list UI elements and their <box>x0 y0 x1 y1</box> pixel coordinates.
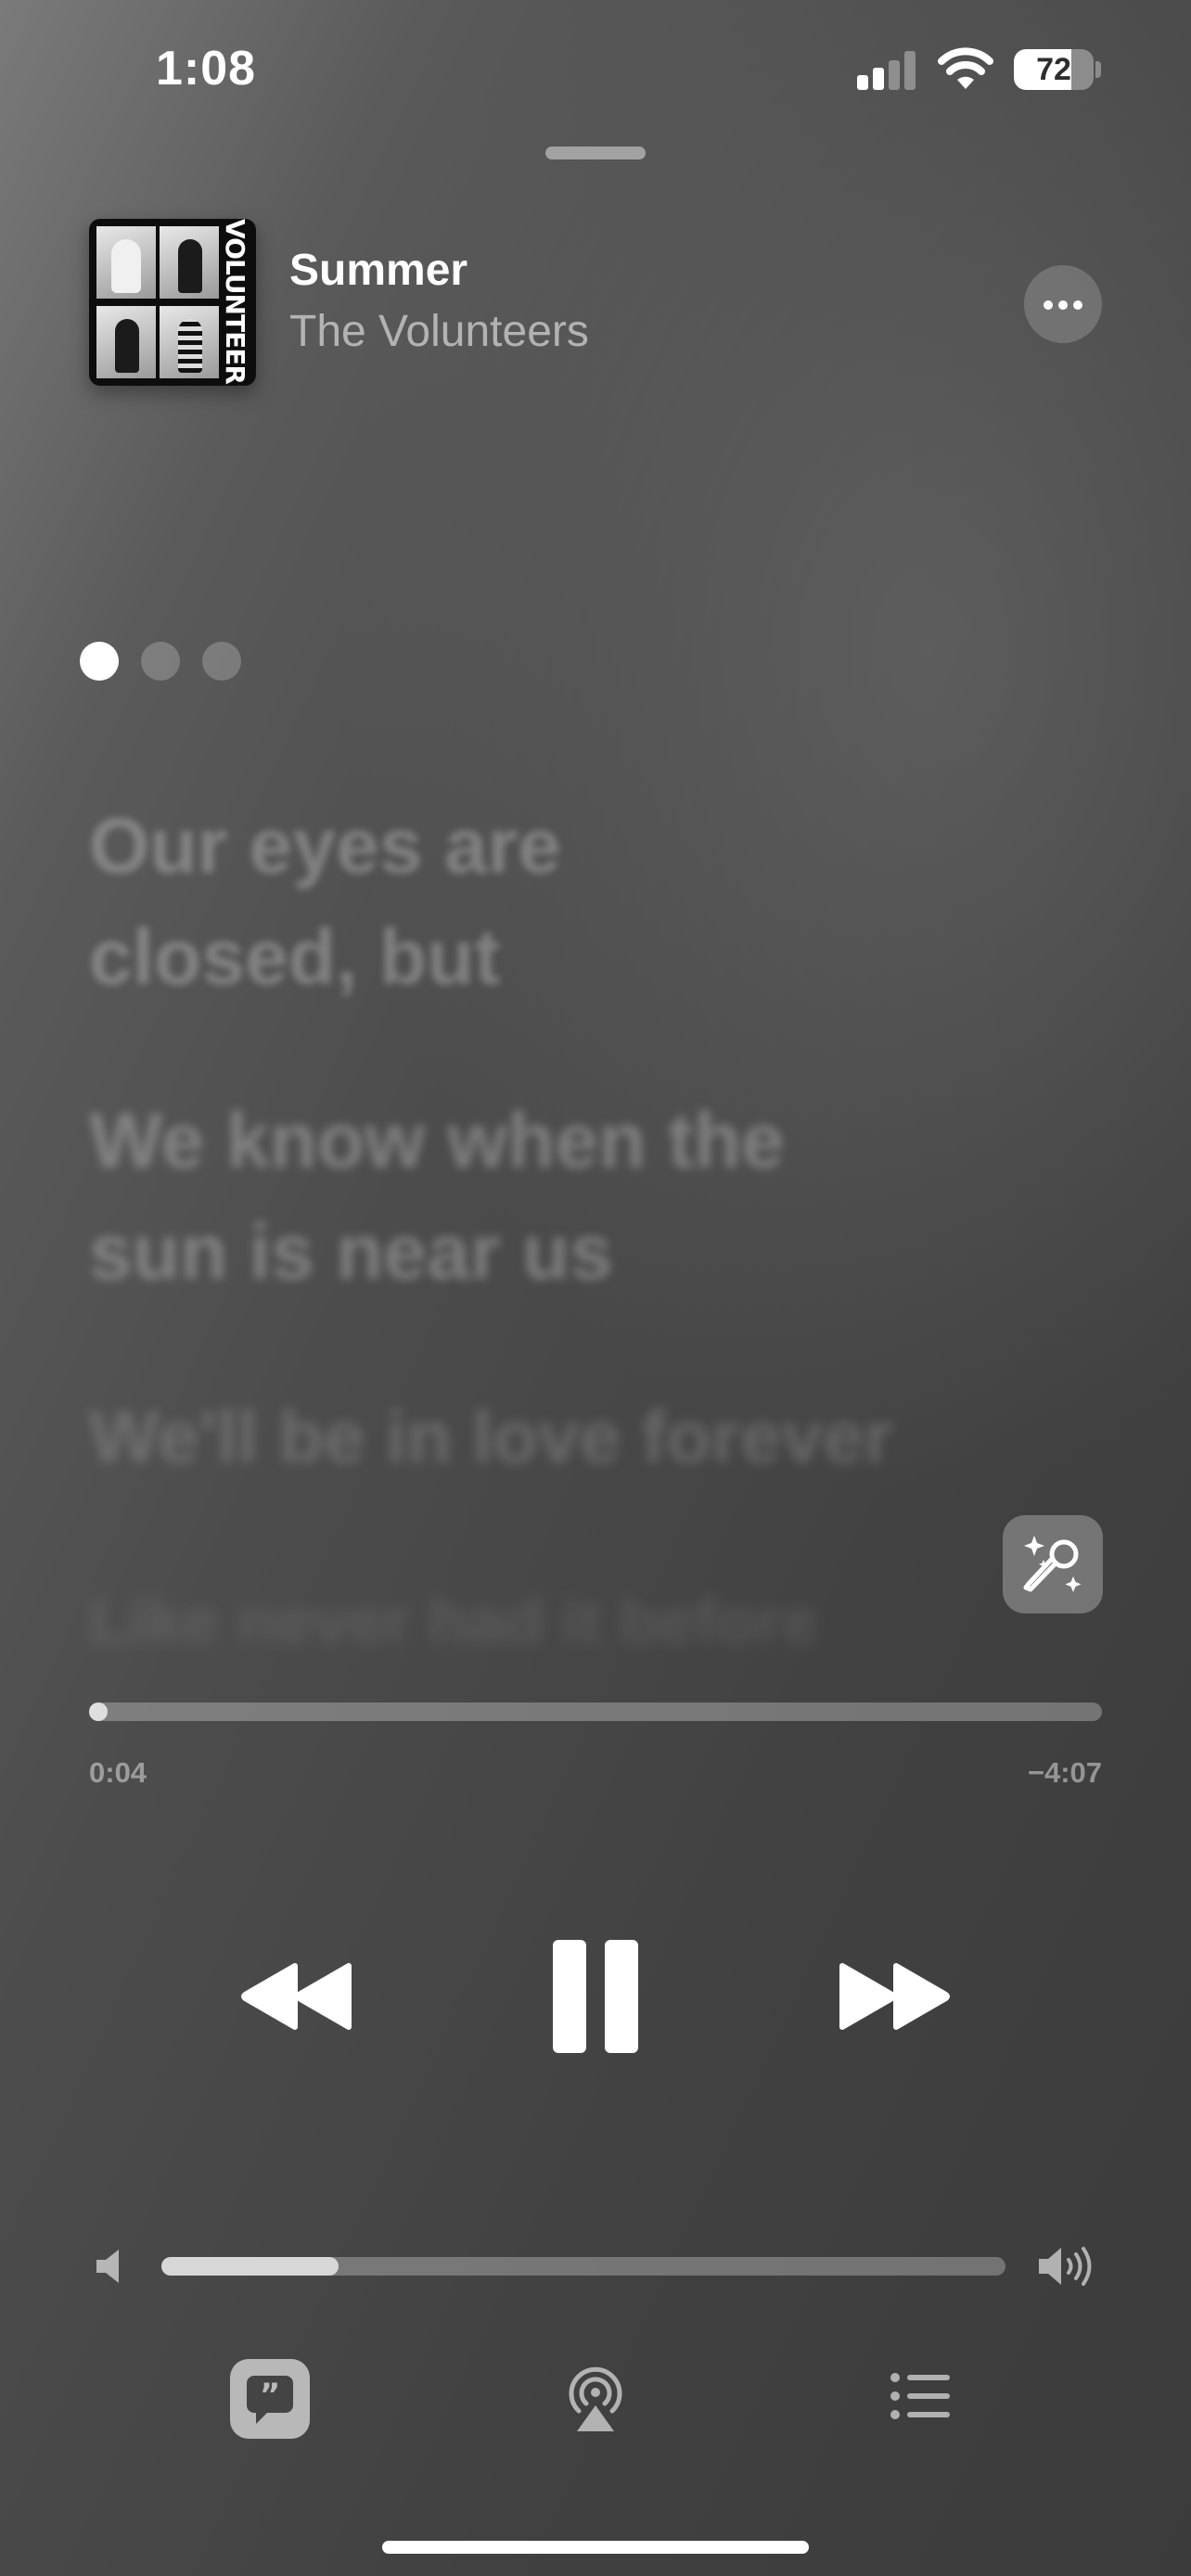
page-dot-3[interactable] <box>202 642 241 681</box>
sheet-grabber[interactable] <box>545 147 646 159</box>
artwork-photo <box>96 226 156 299</box>
svg-text:”: ” <box>260 2377 280 2414</box>
lyric-line[interactable]: We know when the sun is near us <box>89 1085 887 1307</box>
airplay-icon <box>569 2366 622 2431</box>
airplay-button[interactable] <box>564 2363 627 2433</box>
rewind-icon <box>241 1963 352 2030</box>
pause-button[interactable] <box>553 1940 638 2053</box>
lyrics-button[interactable]: ” <box>230 2359 310 2439</box>
lyric-line[interactable]: Our eyes are closed, but <box>89 790 664 1013</box>
microphone-sparkle-icon <box>1023 1536 1082 1592</box>
artwork-text: VOLUNTEERS <box>220 219 250 386</box>
cellular-signal-icon <box>857 51 916 90</box>
volume-low-icon <box>95 2248 126 2285</box>
battery-icon: 72 <box>1014 49 1094 90</box>
lyric-line[interactable]: Like never had it before <box>89 1565 818 1677</box>
artwork-photo <box>160 226 219 299</box>
elapsed-time: 0:04 <box>89 1756 147 1789</box>
page-dot-2[interactable] <box>141 642 180 681</box>
lyric-line[interactable]: We'll be in love forever <box>89 1382 893 1493</box>
fast-forward-icon <box>839 1963 950 2030</box>
volume-slider[interactable] <box>161 2257 1005 2276</box>
battery-cap <box>1095 61 1101 78</box>
status-time: 1:08 <box>156 42 257 96</box>
rewind-button[interactable] <box>239 1962 356 2031</box>
queue-icon <box>890 2373 950 2419</box>
battery-level: 72 <box>1036 52 1071 87</box>
album-artwork[interactable]: VOLUNTEERS <box>89 219 256 386</box>
page-dot-1[interactable] <box>80 642 119 681</box>
remaining-time: −4:07 <box>1027 1756 1102 1789</box>
queue-button[interactable] <box>890 2372 952 2420</box>
volume-high-icon <box>1037 2244 1100 2289</box>
playback-scrubber[interactable] <box>89 1702 1102 1721</box>
artwork-photo <box>160 306 219 378</box>
fast-forward-button[interactable] <box>835 1962 952 2031</box>
wifi-icon <box>937 46 994 93</box>
song-title[interactable]: Summer <box>289 245 467 296</box>
artwork-photo <box>96 306 156 378</box>
song-artist[interactable]: The Volunteers <box>289 306 589 357</box>
more-options-button[interactable] <box>1024 265 1102 343</box>
home-indicator[interactable] <box>382 2541 809 2554</box>
playback-progress-fill <box>89 1702 108 1721</box>
volume-level-fill <box>161 2257 339 2276</box>
sing-button[interactable] <box>1003 1515 1103 1613</box>
lyrics-icon: ” <box>247 2376 293 2424</box>
